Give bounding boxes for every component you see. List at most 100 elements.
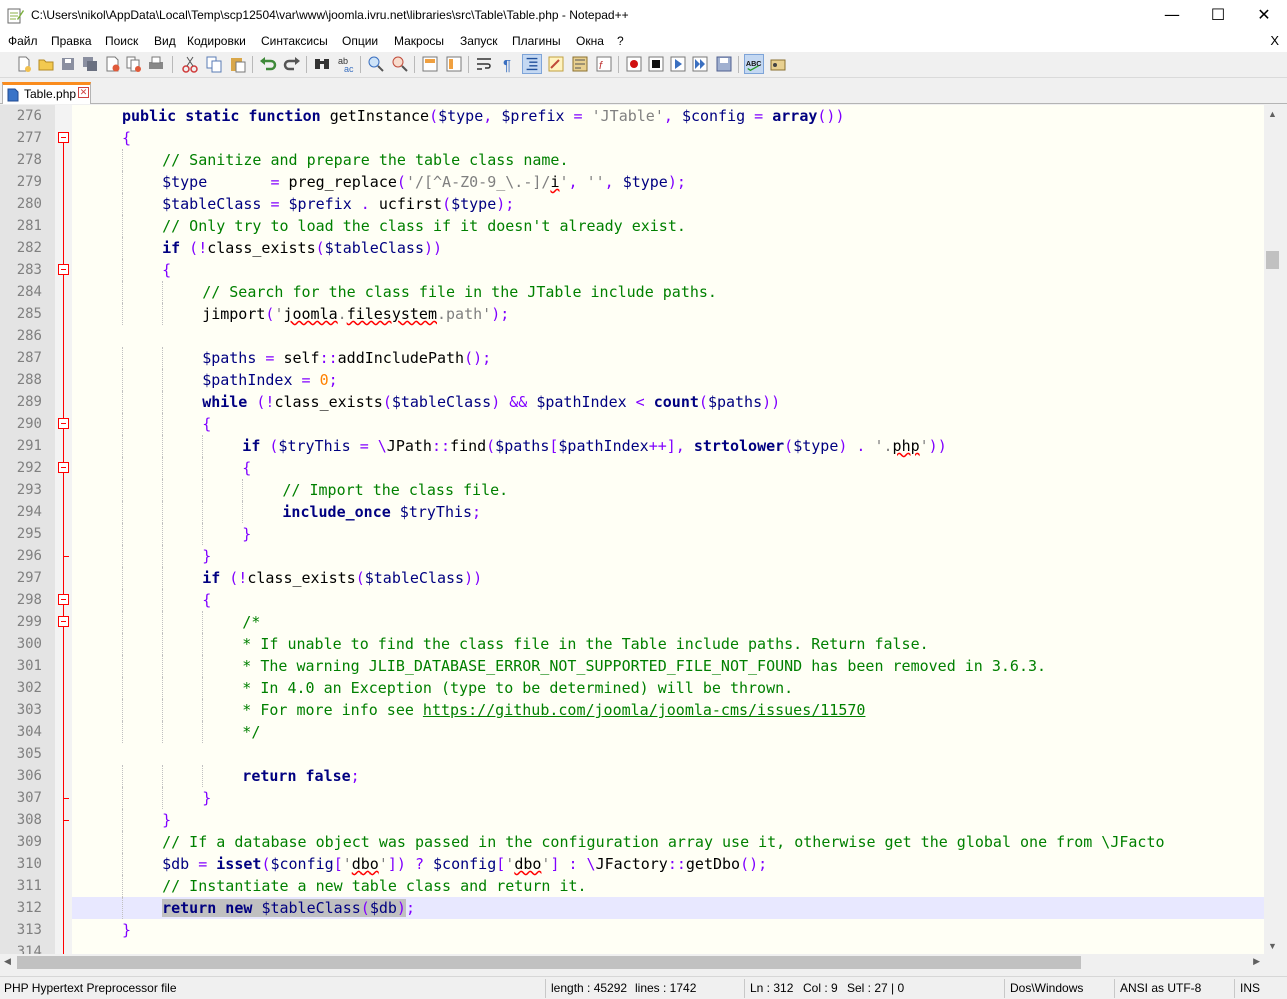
menu-run[interactable]: Запуск	[460, 34, 498, 48]
show-all-chars-icon[interactable]: ¶	[498, 54, 518, 74]
code-line[interactable]: {	[242, 457, 251, 479]
code-line[interactable]: if ($tryThis = \JPath::find($paths[$path…	[242, 435, 946, 457]
save-icon[interactable]	[58, 54, 78, 74]
menu-settings[interactable]: Опции	[342, 34, 378, 48]
menu-window[interactable]: Окна	[576, 34, 604, 48]
doc-map-icon[interactable]	[570, 54, 590, 74]
run-macro-multiple-icon[interactable]	[690, 54, 710, 74]
fold-toggle-icon[interactable]	[58, 462, 69, 473]
menu-edit[interactable]: Правка	[51, 34, 92, 48]
open-file-icon[interactable]	[36, 54, 56, 74]
scroll-down-icon[interactable]: ▼	[1268, 941, 1277, 951]
code-line[interactable]: }	[122, 919, 131, 941]
close-button[interactable]: ✕	[1241, 0, 1287, 32]
scroll-left-icon[interactable]: ◀	[4, 956, 11, 967]
indent-guide-icon[interactable]	[522, 54, 542, 74]
fold-toggle-icon[interactable]	[58, 616, 69, 627]
spell-options-icon[interactable]	[768, 54, 788, 74]
code-line[interactable]: if (!class_exists($tableClass))	[202, 567, 482, 589]
find-icon[interactable]	[312, 54, 332, 74]
code-line[interactable]: // Sanitize and prepare the table class …	[162, 149, 568, 171]
code-line[interactable]: {	[202, 413, 211, 435]
code-line[interactable]: * If unable to find the class file in th…	[242, 633, 928, 655]
code-line[interactable]: // Search for the class file in the JTab…	[202, 281, 717, 303]
scroll-up-icon[interactable]: ▲	[1268, 109, 1277, 119]
save-macro-icon[interactable]	[714, 54, 734, 74]
status-eol[interactable]: Dos\Windows	[1010, 981, 1083, 995]
zoom-in-icon[interactable]	[366, 54, 386, 74]
udl-icon[interactable]	[546, 54, 566, 74]
code-line[interactable]: return new $tableClass($db);	[162, 897, 415, 919]
code-line[interactable]: // Import the class file.	[282, 479, 508, 501]
function-list-icon[interactable]: f	[594, 54, 614, 74]
code-line[interactable]: $paths = self::addIncludePath();	[202, 347, 491, 369]
code-line[interactable]: * In 4.0 an Exception (type to be determ…	[242, 677, 793, 699]
new-file-icon[interactable]	[14, 54, 34, 74]
menu-search[interactable]: Поиск	[105, 34, 138, 48]
close-all-icon[interactable]	[124, 54, 144, 74]
code-line[interactable]: }	[242, 523, 251, 545]
code-line[interactable]: /*	[242, 611, 260, 633]
menu-plugins[interactable]: Плагины	[512, 34, 561, 48]
code-line[interactable]: $type = preg_replace('/[^A-Z0-9_\.-]/i',…	[162, 171, 686, 193]
code-line[interactable]: // Only try to load the class if it does…	[162, 215, 686, 237]
undo-icon[interactable]	[258, 54, 278, 74]
code-line[interactable]: jimport('joomla.filesystem.path');	[202, 303, 509, 325]
tab-close-icon[interactable]: ✕	[78, 87, 89, 98]
replace-icon[interactable]: abac	[336, 54, 356, 74]
status-insert-mode[interactable]: INS	[1240, 981, 1260, 995]
code-line[interactable]: * For more info see https://github.com/j…	[242, 699, 865, 721]
vertical-scroll-thumb[interactable]	[1266, 251, 1279, 269]
horizontal-scroll-thumb[interactable]	[17, 956, 1081, 969]
code-line[interactable]: }	[202, 787, 211, 809]
cut-icon[interactable]	[180, 54, 200, 74]
fold-toggle-icon[interactable]	[58, 132, 69, 143]
code-line[interactable]: include_once $tryThis;	[282, 501, 481, 523]
menu-view[interactable]: Вид	[154, 34, 176, 48]
code-line[interactable]: while (!class_exists($tableClass) && $pa…	[202, 391, 780, 413]
code-line[interactable]: }	[202, 545, 211, 567]
vertical-scrollbar[interactable]: ▲ ▼	[1264, 105, 1281, 954]
status-encoding[interactable]: ANSI as UTF-8	[1120, 981, 1201, 995]
code-line[interactable]: return false;	[242, 765, 359, 787]
scroll-right-icon[interactable]: ▶	[1253, 956, 1260, 967]
menu-help[interactable]: ?	[617, 34, 624, 48]
code-line[interactable]: * The warning JLIB_DATABASE_ERROR_NOT_SU…	[242, 655, 1046, 677]
tab-table-php[interactable]: Table.php ✕	[2, 82, 91, 104]
horizontal-scrollbar[interactable]: ◀ ▶	[0, 954, 1264, 971]
menu-language[interactable]: Синтаксисы	[261, 34, 328, 48]
code-line[interactable]: {	[202, 589, 211, 611]
code-line[interactable]: if (!class_exists($tableClass))	[162, 237, 442, 259]
menu-file[interactable]: Файл	[8, 34, 38, 48]
maximize-button[interactable]: ☐	[1195, 0, 1241, 32]
code-editor[interactable]: 276 277 278 279 280 281 282 283 284 285 286 287 288 2…	[0, 105, 1264, 954]
print-icon[interactable]	[146, 54, 166, 74]
code-line[interactable]: $db = isset($config['dbo']) ? $config['d…	[162, 853, 767, 875]
paste-icon[interactable]	[228, 54, 248, 74]
minimize-button[interactable]: —	[1149, 0, 1195, 32]
code-line[interactable]: }	[162, 809, 171, 831]
fold-toggle-icon[interactable]	[58, 594, 69, 605]
code-area[interactable]: public static function getInstance($type…	[72, 105, 1264, 954]
record-macro-icon[interactable]	[624, 54, 644, 74]
zoom-out-icon[interactable]	[390, 54, 410, 74]
code-line[interactable]: {	[162, 259, 171, 281]
code-line[interactable]: */	[242, 721, 260, 743]
sync-h-icon[interactable]	[444, 54, 464, 74]
code-line[interactable]: $pathIndex = 0;	[202, 369, 337, 391]
close-document-icon[interactable]: X	[1270, 33, 1279, 48]
menu-encoding[interactable]: Кодировки	[187, 34, 246, 48]
code-line[interactable]: // If a database object was passed in th…	[162, 831, 1164, 853]
close-icon[interactable]	[102, 54, 122, 74]
word-wrap-icon[interactable]	[474, 54, 494, 74]
stop-macro-icon[interactable]	[646, 54, 666, 74]
code-line[interactable]: public static function getInstance($type…	[122, 105, 845, 127]
fold-toggle-icon[interactable]	[58, 264, 69, 275]
code-line[interactable]: {	[122, 127, 131, 149]
code-line[interactable]: // Instantiate a new table class and ret…	[162, 875, 586, 897]
copy-icon[interactable]	[204, 54, 224, 74]
sync-v-icon[interactable]	[420, 54, 440, 74]
code-line[interactable]: $tableClass = $prefix . ucfirst($type);	[162, 193, 514, 215]
play-macro-icon[interactable]	[668, 54, 688, 74]
save-all-icon[interactable]	[80, 54, 100, 74]
